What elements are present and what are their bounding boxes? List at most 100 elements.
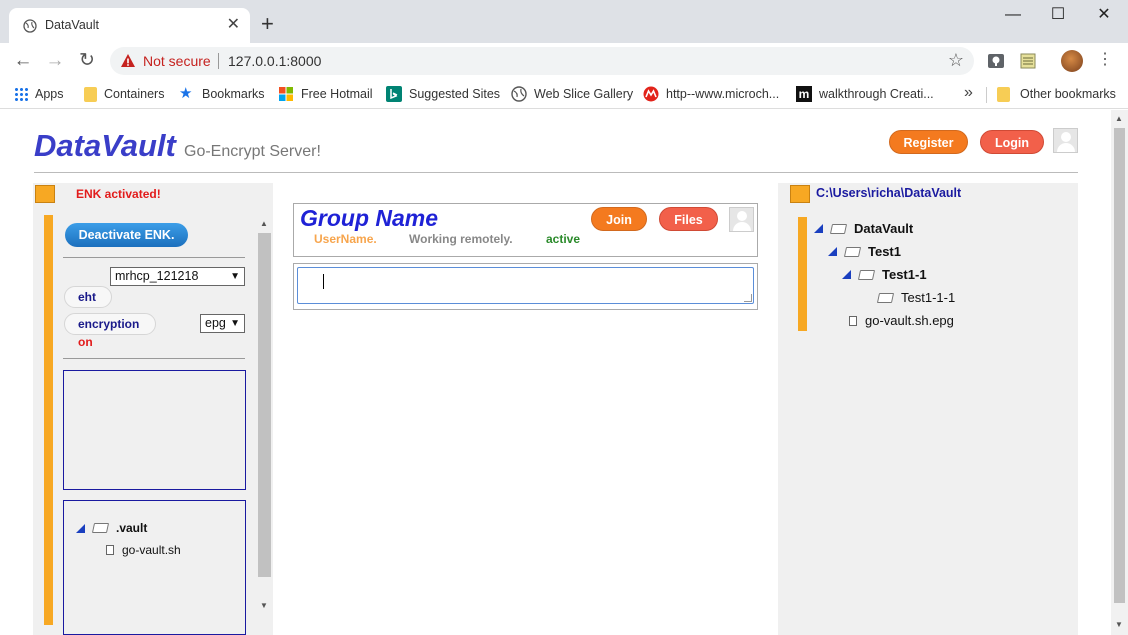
security-label[interactable]: Not secure	[143, 53, 211, 69]
scroll-up-arrow-icon[interactable]: ▲	[1115, 114, 1123, 123]
bookmark-star-icon[interactable]: ☆	[948, 50, 964, 71]
panel-accent-bar	[798, 217, 807, 331]
panel-toggle-icon[interactable]	[790, 185, 810, 203]
bookmark-label: walkthrough Creati...	[819, 87, 934, 101]
minimize-button[interactable]: —	[990, 5, 1036, 25]
browser-menu-icon[interactable]: ⋮	[1097, 50, 1113, 70]
folder-open-icon	[857, 269, 876, 280]
left-panel-scrollbar[interactable]: ▲ ▼	[258, 219, 271, 619]
other-bookmarks[interactable]: Other bookmarks	[997, 85, 1116, 103]
tree-folder-vault[interactable]: .vault	[76, 521, 147, 535]
expand-triangle-icon[interactable]	[842, 270, 851, 279]
group-presence: active	[546, 232, 581, 246]
tree-label: go-vault.sh.epg	[865, 313, 954, 328]
bookmark-label: Free Hotmail	[301, 87, 373, 101]
bookmarks-overflow-button[interactable]: »	[964, 84, 973, 102]
group-name: Group Name	[300, 205, 439, 231]
key-select[interactable]: mrhcp_121218 ▼	[110, 267, 245, 286]
reload-button[interactable]: ↻	[75, 49, 99, 73]
tree-label: go-vault.sh	[122, 543, 181, 557]
tree-folder-datavault[interactable]: DataVault	[814, 221, 913, 236]
group-username: UserName.	[314, 232, 377, 246]
resize-handle-icon[interactable]	[744, 294, 752, 302]
extension-lock-icon[interactable]	[987, 52, 1005, 70]
register-button[interactable]: Register	[889, 130, 968, 154]
new-tab-button[interactable]: +	[261, 13, 274, 35]
tab-close-icon[interactable]: ✕	[227, 15, 240, 35]
expand-triangle-icon[interactable]	[814, 224, 823, 233]
windows-icon	[279, 87, 293, 101]
eht-button[interactable]: eht	[64, 286, 112, 308]
tree-file-go-vault-epg[interactable]: go-vault.sh.epg	[849, 313, 954, 328]
scroll-thumb[interactable]	[258, 233, 271, 577]
scroll-down-arrow-icon[interactable]: ▼	[1115, 620, 1123, 629]
address-bar[interactable]: Not secure 127.0.0.1:8000 ☆	[110, 47, 974, 75]
folder-open-icon	[91, 523, 110, 533]
back-button[interactable]: ←	[11, 49, 35, 73]
eht-label: eht	[78, 290, 96, 304]
panel-toggle-icon[interactable]	[35, 185, 55, 203]
bookmark-web-slice-gallery[interactable]: Web Slice Gallery	[511, 85, 633, 103]
folder-icon	[997, 86, 1010, 102]
bing-icon	[386, 86, 402, 102]
chevron-down-icon: ▼	[230, 318, 240, 329]
bookmark-label: Suggested Sites	[409, 87, 501, 101]
expand-triangle-icon[interactable]	[76, 523, 85, 533]
bookmark-free-hotmail[interactable]: Free Hotmail	[278, 85, 373, 103]
browser-tab[interactable]: DataVault ✕	[9, 8, 250, 43]
message-input[interactable]	[297, 267, 754, 304]
extension-notes-icon[interactable]	[1019, 52, 1037, 70]
warning-icon	[121, 54, 135, 67]
bookmarks-bar: Apps Containers ★ Bookmarks Free Hotmail…	[0, 79, 1128, 109]
info-box	[63, 370, 246, 490]
url-text[interactable]: 127.0.0.1:8000	[228, 53, 321, 69]
browser-titlebar: DataVault ✕ + — ☐ ✕	[0, 0, 1128, 43]
tree-folder-test1-1[interactable]: Test1-1	[842, 267, 927, 282]
file-icon	[106, 545, 114, 555]
tree-folder-test1-1-1[interactable]: Test1-1-1	[870, 290, 955, 305]
join-button[interactable]: Join	[591, 207, 647, 231]
folder-open-icon	[843, 246, 862, 257]
panel-accent-bar	[44, 215, 53, 625]
expand-triangle-icon[interactable]	[828, 247, 837, 256]
format-select[interactable]: epg ▼	[200, 314, 245, 333]
omnibox-divider	[218, 53, 219, 69]
tab-title: DataVault	[45, 18, 99, 32]
star-icon: ★	[179, 85, 193, 102]
bookmark-containers[interactable]: Containers	[84, 85, 164, 103]
text-cursor	[323, 274, 324, 289]
folder-open-icon	[829, 223, 848, 234]
user-avatar[interactable]	[1053, 128, 1078, 153]
tree-file-go-vault[interactable]: go-vault.sh	[106, 543, 181, 557]
maximize-button[interactable]: ☐	[1035, 5, 1081, 25]
other-bookmarks-label: Other bookmarks	[1020, 87, 1116, 101]
files-button[interactable]: Files	[659, 207, 718, 231]
group-avatar	[729, 207, 754, 232]
apps-icon	[14, 87, 28, 101]
key-select-value: mrhcp_121218	[115, 269, 199, 283]
close-window-button[interactable]: ✕	[1081, 5, 1127, 25]
bookmark-suggested-sites[interactable]: Suggested Sites	[386, 85, 500, 103]
bookmark-microchip[interactable]: http--www.microch...	[643, 85, 779, 103]
tree-folder-test1[interactable]: Test1	[828, 244, 901, 259]
vault-tree-box: .vault go-vault.sh	[63, 500, 246, 635]
page-scroll-thumb[interactable]	[1114, 128, 1125, 603]
bookmark-label: Bookmarks	[202, 87, 265, 101]
page-scrollbar[interactable]: ▲ ▼	[1111, 110, 1128, 635]
bookmark-apps[interactable]: Apps	[14, 85, 64, 103]
scroll-up-arrow-icon[interactable]: ▲	[260, 219, 268, 228]
bookmarks-divider	[986, 87, 987, 103]
bookmark-bookmarks[interactable]: ★ Bookmarks	[179, 85, 265, 103]
scroll-down-arrow-icon[interactable]: ▼	[260, 601, 268, 610]
deactivate-enk-button[interactable]: Deactivate ENK.	[65, 223, 188, 247]
encryption-button[interactable]: encryption	[64, 313, 156, 335]
forward-button[interactable]: →	[43, 49, 67, 73]
bookmark-walkthrough[interactable]: m walkthrough Creati...	[796, 85, 934, 103]
profile-avatar[interactable]	[1061, 50, 1083, 72]
file-icon	[849, 315, 857, 326]
group-status-text: Working remotely.	[409, 232, 513, 246]
microchip-icon	[643, 86, 659, 102]
login-button[interactable]: Login	[980, 130, 1044, 154]
group-card: Group Name UserName. Working remotely. a…	[293, 203, 758, 257]
header-divider	[34, 172, 1078, 173]
